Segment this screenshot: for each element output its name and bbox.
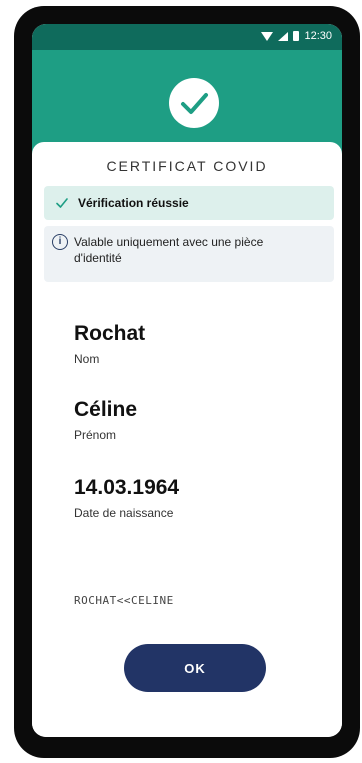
info-banner: i Valable uniquement avec une pièce d'id… bbox=[44, 226, 334, 282]
info-icon: i bbox=[52, 234, 68, 250]
phone-frame: 12:30 CERTIFICAT COVID Vérification réus… bbox=[14, 6, 360, 758]
battery-icon bbox=[293, 31, 300, 41]
birth-date-label: Date de naissance bbox=[74, 506, 174, 520]
given-name-value: Céline bbox=[74, 398, 138, 421]
status-time: 12:30 bbox=[304, 30, 332, 42]
mrz-line: ROCHAT<<CELINE bbox=[74, 594, 174, 607]
ok-button[interactable]: OK bbox=[124, 644, 266, 692]
certificate-card: CERTIFICAT COVID Vérification réussie i … bbox=[32, 142, 342, 737]
surname-label: Nom bbox=[74, 352, 100, 366]
status-bar: 12:30 bbox=[32, 24, 342, 50]
given-name-label: Prénom bbox=[74, 428, 117, 442]
signal-icon bbox=[278, 31, 289, 41]
check-icon bbox=[169, 78, 219, 128]
surname-value: Rochat bbox=[74, 322, 146, 345]
wifi-icon bbox=[261, 31, 274, 41]
success-text: Vérification réussie bbox=[78, 196, 189, 210]
success-banner: Vérification réussie bbox=[44, 186, 334, 220]
certificate-title: CERTIFICAT COVID bbox=[106, 158, 268, 174]
status-icons: 12:30 bbox=[261, 30, 332, 42]
check-icon bbox=[56, 198, 68, 208]
info-text: Valable uniquement avec une pièce d'iden… bbox=[74, 235, 264, 265]
app-screen: 12:30 CERTIFICAT COVID Vérification réus… bbox=[32, 24, 342, 737]
birth-date-value: 14.03.1964 bbox=[74, 476, 180, 499]
